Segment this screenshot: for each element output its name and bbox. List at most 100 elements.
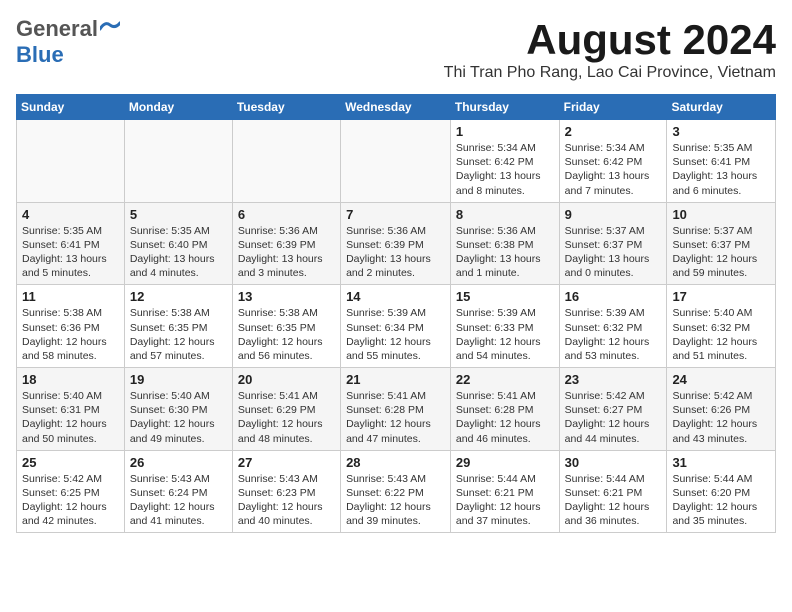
day-info: Sunrise: 5:40 AM Sunset: 6:30 PM Dayligh… bbox=[130, 389, 227, 446]
calendar-cell: 5 Sunrise: 5:35 AM Sunset: 6:40 PM Daylig… bbox=[124, 202, 232, 285]
month-title: August 2024 bbox=[444, 16, 776, 64]
day-info: Sunrise: 5:42 AM Sunset: 6:25 PM Dayligh… bbox=[22, 472, 119, 529]
header-day-tuesday: Tuesday bbox=[232, 95, 340, 120]
header-day-saturday: Saturday bbox=[667, 95, 776, 120]
day-info: Sunrise: 5:41 AM Sunset: 6:28 PM Dayligh… bbox=[346, 389, 445, 446]
day-number: 25 bbox=[22, 455, 119, 470]
day-info: Sunrise: 5:44 AM Sunset: 6:21 PM Dayligh… bbox=[456, 472, 554, 529]
day-number: 19 bbox=[130, 372, 227, 387]
header-day-monday: Monday bbox=[124, 95, 232, 120]
calendar-cell bbox=[17, 120, 125, 203]
day-info: Sunrise: 5:36 AM Sunset: 6:39 PM Dayligh… bbox=[346, 224, 445, 281]
day-number: 2 bbox=[565, 124, 662, 139]
calendar-cell: 2 Sunrise: 5:34 AM Sunset: 6:42 PM Daylig… bbox=[559, 120, 667, 203]
day-info: Sunrise: 5:39 AM Sunset: 6:33 PM Dayligh… bbox=[456, 306, 554, 363]
calendar-header-row: SundayMondayTuesdayWednesdayThursdayFrid… bbox=[17, 95, 776, 120]
calendar-cell: 30 Sunrise: 5:44 AM Sunset: 6:21 PM Dayli… bbox=[559, 450, 667, 533]
calendar-week-row: 11 Sunrise: 5:38 AM Sunset: 6:36 PM Dayli… bbox=[17, 285, 776, 368]
day-number: 3 bbox=[672, 124, 770, 139]
day-number: 4 bbox=[22, 207, 119, 222]
day-info: Sunrise: 5:37 AM Sunset: 6:37 PM Dayligh… bbox=[672, 224, 770, 281]
calendar-week-row: 18Sunrise: 5:40 AM Sunset: 6:31 PM Dayli… bbox=[17, 368, 776, 451]
day-info: Sunrise: 5:41 AM Sunset: 6:28 PM Dayligh… bbox=[456, 389, 554, 446]
day-number: 11 bbox=[22, 289, 119, 304]
day-number: 30 bbox=[565, 455, 662, 470]
calendar-cell: 18Sunrise: 5:40 AM Sunset: 6:31 PM Dayli… bbox=[17, 368, 125, 451]
calendar-cell: 13 Sunrise: 5:38 AM Sunset: 6:35 PM Dayli… bbox=[232, 285, 340, 368]
calendar-week-row: 25 Sunrise: 5:42 AM Sunset: 6:25 PM Dayli… bbox=[17, 450, 776, 533]
calendar-cell: 29 Sunrise: 5:44 AM Sunset: 6:21 PM Dayli… bbox=[450, 450, 559, 533]
day-number: 1 bbox=[456, 124, 554, 139]
day-info: Sunrise: 5:38 AM Sunset: 6:35 PM Dayligh… bbox=[130, 306, 227, 363]
day-info: Sunrise: 5:34 AM Sunset: 6:42 PM Dayligh… bbox=[565, 141, 662, 198]
location-title: Thi Tran Pho Rang, Lao Cai Province, Vie… bbox=[444, 64, 776, 82]
header-day-wednesday: Wednesday bbox=[341, 95, 451, 120]
day-info: Sunrise: 5:43 AM Sunset: 6:22 PM Dayligh… bbox=[346, 472, 445, 529]
calendar-cell: 8Sunrise: 5:36 AM Sunset: 6:38 PM Daylig… bbox=[450, 202, 559, 285]
header-day-sunday: Sunday bbox=[17, 95, 125, 120]
logo-bird-icon bbox=[100, 21, 120, 37]
day-number: 10 bbox=[672, 207, 770, 222]
calendar-table: SundayMondayTuesdayWednesdayThursdayFrid… bbox=[16, 94, 776, 533]
day-info: Sunrise: 5:35 AM Sunset: 6:40 PM Dayligh… bbox=[130, 224, 227, 281]
calendar-cell: 19 Sunrise: 5:40 AM Sunset: 6:30 PM Dayli… bbox=[124, 368, 232, 451]
day-number: 21 bbox=[346, 372, 445, 387]
calendar-cell: 28 Sunrise: 5:43 AM Sunset: 6:22 PM Dayli… bbox=[341, 450, 451, 533]
calendar-cell: 16Sunrise: 5:39 AM Sunset: 6:32 PM Dayli… bbox=[559, 285, 667, 368]
day-info: Sunrise: 5:38 AM Sunset: 6:36 PM Dayligh… bbox=[22, 306, 119, 363]
calendar-cell: 7 Sunrise: 5:36 AM Sunset: 6:39 PM Daylig… bbox=[341, 202, 451, 285]
calendar-week-row: 1 Sunrise: 5:34 AM Sunset: 6:42 PM Daylig… bbox=[17, 120, 776, 203]
header-day-friday: Friday bbox=[559, 95, 667, 120]
day-info: Sunrise: 5:43 AM Sunset: 6:24 PM Dayligh… bbox=[130, 472, 227, 529]
calendar-cell: 17Sunrise: 5:40 AM Sunset: 6:32 PM Dayli… bbox=[667, 285, 776, 368]
calendar-cell: 25 Sunrise: 5:42 AM Sunset: 6:25 PM Dayli… bbox=[17, 450, 125, 533]
calendar-cell: 10 Sunrise: 5:37 AM Sunset: 6:37 PM Dayli… bbox=[667, 202, 776, 285]
day-number: 9 bbox=[565, 207, 662, 222]
calendar-cell: 22Sunrise: 5:41 AM Sunset: 6:28 PM Dayli… bbox=[450, 368, 559, 451]
day-number: 13 bbox=[238, 289, 335, 304]
day-number: 12 bbox=[130, 289, 227, 304]
calendar-cell: 21 Sunrise: 5:41 AM Sunset: 6:28 PM Dayli… bbox=[341, 368, 451, 451]
day-number: 24 bbox=[672, 372, 770, 387]
calendar-cell bbox=[341, 120, 451, 203]
day-info: Sunrise: 5:44 AM Sunset: 6:21 PM Dayligh… bbox=[565, 472, 662, 529]
calendar-cell: 26 Sunrise: 5:43 AM Sunset: 6:24 PM Dayli… bbox=[124, 450, 232, 533]
header-day-thursday: Thursday bbox=[450, 95, 559, 120]
logo-general: General bbox=[16, 16, 98, 42]
day-info: Sunrise: 5:41 AM Sunset: 6:29 PM Dayligh… bbox=[238, 389, 335, 446]
calendar-cell: 11 Sunrise: 5:38 AM Sunset: 6:36 PM Dayli… bbox=[17, 285, 125, 368]
calendar-cell: 12 Sunrise: 5:38 AM Sunset: 6:35 PM Dayli… bbox=[124, 285, 232, 368]
calendar-cell: 9 Sunrise: 5:37 AM Sunset: 6:37 PM Daylig… bbox=[559, 202, 667, 285]
day-number: 27 bbox=[238, 455, 335, 470]
day-number: 15 bbox=[456, 289, 554, 304]
day-number: 7 bbox=[346, 207, 445, 222]
calendar-week-row: 4Sunrise: 5:35 AM Sunset: 6:41 PM Daylig… bbox=[17, 202, 776, 285]
day-number: 31 bbox=[672, 455, 770, 470]
day-info: Sunrise: 5:34 AM Sunset: 6:42 PM Dayligh… bbox=[456, 141, 554, 198]
day-number: 18 bbox=[22, 372, 119, 387]
day-info: Sunrise: 5:35 AM Sunset: 6:41 PM Dayligh… bbox=[672, 141, 770, 198]
day-info: Sunrise: 5:36 AM Sunset: 6:39 PM Dayligh… bbox=[238, 224, 335, 281]
calendar-cell: 31 Sunrise: 5:44 AM Sunset: 6:20 PM Dayli… bbox=[667, 450, 776, 533]
calendar-cell: 14 Sunrise: 5:39 AM Sunset: 6:34 PM Dayli… bbox=[341, 285, 451, 368]
calendar-cell: 6Sunrise: 5:36 AM Sunset: 6:39 PM Daylig… bbox=[232, 202, 340, 285]
day-info: Sunrise: 5:43 AM Sunset: 6:23 PM Dayligh… bbox=[238, 472, 335, 529]
day-info: Sunrise: 5:37 AM Sunset: 6:37 PM Dayligh… bbox=[565, 224, 662, 281]
day-number: 5 bbox=[130, 207, 227, 222]
calendar-cell: 23Sunrise: 5:42 AM Sunset: 6:27 PM Dayli… bbox=[559, 368, 667, 451]
calendar-cell: 24Sunrise: 5:42 AM Sunset: 6:26 PM Dayli… bbox=[667, 368, 776, 451]
calendar-cell: 1 Sunrise: 5:34 AM Sunset: 6:42 PM Daylig… bbox=[450, 120, 559, 203]
calendar-cell bbox=[232, 120, 340, 203]
day-number: 26 bbox=[130, 455, 227, 470]
day-number: 28 bbox=[346, 455, 445, 470]
day-info: Sunrise: 5:44 AM Sunset: 6:20 PM Dayligh… bbox=[672, 472, 770, 529]
logo-blue: Blue bbox=[16, 42, 64, 68]
day-info: Sunrise: 5:39 AM Sunset: 6:32 PM Dayligh… bbox=[565, 306, 662, 363]
day-number: 17 bbox=[672, 289, 770, 304]
calendar-cell: 27 Sunrise: 5:43 AM Sunset: 6:23 PM Dayli… bbox=[232, 450, 340, 533]
day-number: 29 bbox=[456, 455, 554, 470]
day-number: 14 bbox=[346, 289, 445, 304]
day-info: Sunrise: 5:39 AM Sunset: 6:34 PM Dayligh… bbox=[346, 306, 445, 363]
day-info: Sunrise: 5:38 AM Sunset: 6:35 PM Dayligh… bbox=[238, 306, 335, 363]
calendar-cell: 3 Sunrise: 5:35 AM Sunset: 6:41 PM Daylig… bbox=[667, 120, 776, 203]
